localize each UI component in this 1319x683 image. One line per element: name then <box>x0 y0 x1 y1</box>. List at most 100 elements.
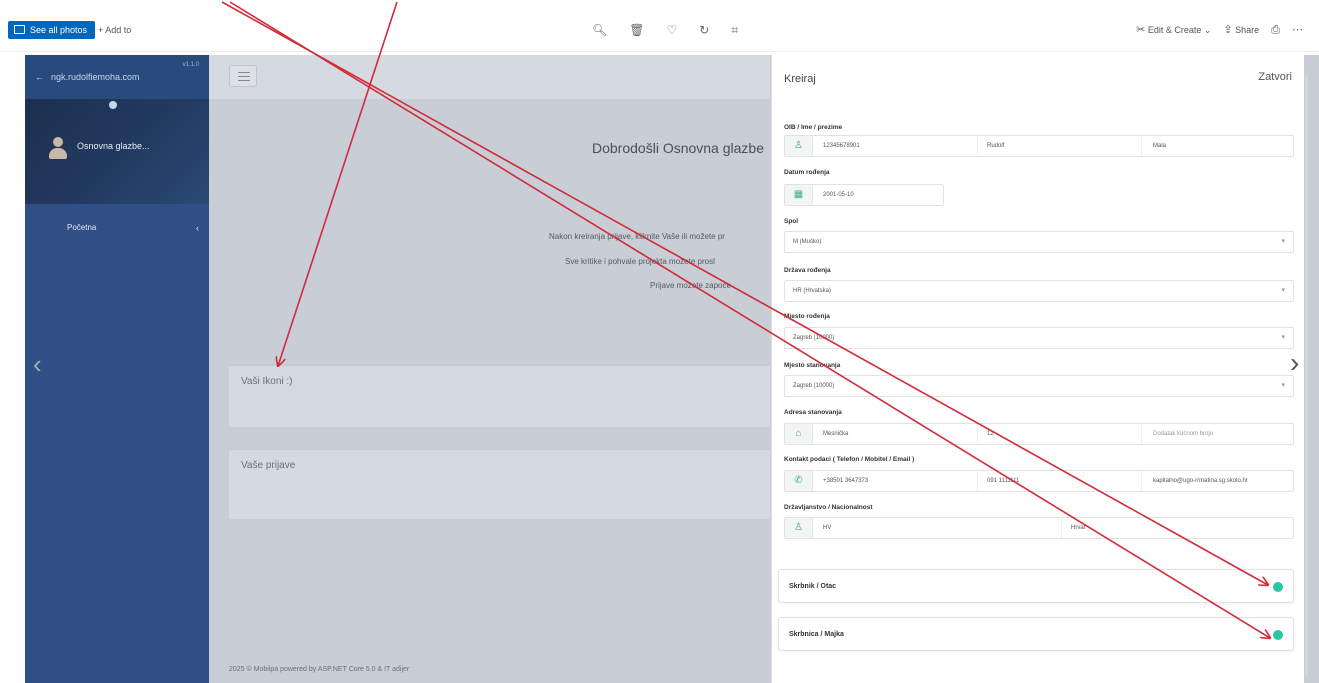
dob-input[interactable]: 2001-05-10 <box>823 185 854 205</box>
crop-icon[interactable]: ⌗ <box>731 21 738 39</box>
welcome-heading: Dobrodošli Osnovna glazbe <box>592 140 764 156</box>
menu-toggle-button[interactable] <box>229 65 257 87</box>
phone-input[interactable]: +38501 3647373 <box>823 471 868 491</box>
share-button[interactable]: ⇪ Share <box>1223 21 1259 39</box>
email-input[interactable]: kapitalno@ugo-rrmatina.sg.skolo.hr <box>1153 471 1248 491</box>
see-all-photos-button[interactable]: See all photos <box>8 21 96 39</box>
address-label: Adresa stanovanja <box>784 409 842 416</box>
info-line: Sve kritike i pohvale projekta možete pr… <box>565 257 715 266</box>
field-divider <box>1141 136 1142 156</box>
field-divider <box>1141 471 1142 491</box>
chevron-left-icon: ‹ <box>196 223 199 233</box>
dob-label: Datum rođenja <box>784 169 830 176</box>
chevron-down-icon: ▾ <box>1281 238 1285 245</box>
country-select[interactable]: HR (Hrvatska) ▾ <box>784 280 1294 302</box>
gender-value: M (Muško) <box>793 239 822 245</box>
gender-select[interactable]: M (Muško) ▾ <box>784 231 1294 253</box>
oib-input[interactable]: 12345678901 <box>823 136 860 156</box>
residence-select[interactable]: Zagreb (10000) ▾ <box>784 375 1294 397</box>
version-label: v1.1.0 <box>182 62 199 68</box>
mobile-input[interactable]: 091 1111111 <box>987 471 1019 491</box>
print-icon[interactable]: ⎙ <box>1271 21 1280 39</box>
birthplace-select[interactable]: Zagreb (10000) ▾ <box>784 327 1294 349</box>
field-divider <box>977 424 978 444</box>
panel-title: Kreiraj <box>784 73 816 85</box>
info-line: Nakon kreiranja prijave, kliknite Vaše i… <box>549 232 725 241</box>
avatar-body <box>49 148 67 159</box>
sidebar-item-label: Početna <box>67 223 97 232</box>
sidebar-brand[interactable]: ← ngk.rudolfiemoha.com v1.1.0 <box>25 55 209 99</box>
card-applications: Vaše prijave <box>229 449 770 519</box>
hamburger-line <box>238 72 250 73</box>
edit-create-icon: ✂ <box>1136 24 1146 36</box>
address-extra-input[interactable]: Dodatak kućnom broju <box>1153 424 1213 444</box>
residence-value: Zagreb (10000) <box>793 383 835 389</box>
user-icon: ♙ <box>785 518 813 538</box>
field-divider <box>1141 424 1142 444</box>
residence-label: Mjesto stanovanja <box>784 362 841 369</box>
photo-viewer-toolbar: See all photos + Add to 🔍︎ 🗑︎ ♡ ↻ ⌗ ✂ Ed… <box>0 0 1319 52</box>
guardian-father-section[interactable]: Skrbnik / Otac <box>778 569 1294 603</box>
expand-dot-icon[interactable] <box>1273 630 1283 640</box>
close-panel-button[interactable]: Zatvori <box>1258 71 1292 83</box>
edit-create-button[interactable]: ✂ Edit & Create ⌄ <box>1136 21 1211 39</box>
user-icon: ♙ <box>785 136 813 156</box>
favorite-icon[interactable]: ♡ <box>666 21 677 39</box>
card-title: Vaše prijave <box>241 460 296 471</box>
panel-scrollbar[interactable] <box>1305 75 1308 675</box>
sidebar-item-pocetna[interactable]: Početna ‹ <box>25 217 209 239</box>
address-row: ⌂ Mesnička 12 Dodatak kućnom broju <box>784 423 1294 445</box>
see-all-photos-label: See all photos <box>30 25 88 35</box>
dob-row: ▦ 2001-05-10 <box>784 184 944 206</box>
field-divider <box>977 136 978 156</box>
next-photo-icon[interactable]: › <box>1290 349 1299 377</box>
more-icon[interactable]: ⋯ <box>1292 21 1303 39</box>
delete-icon[interactable]: 🗑︎ <box>629 21 644 39</box>
citizenship-row: ♙ HV Hrvat <box>784 517 1294 539</box>
sidebar: ← ngk.rudolfiemoha.com v1.1.0 Osnovna gl… <box>25 55 209 683</box>
house-number-input[interactable]: 12 <box>987 424 994 444</box>
chevron-down-icon: ⌄ <box>1203 25 1212 35</box>
share-label: Share <box>1235 25 1260 35</box>
info-line: Prijave možete započe <box>650 281 731 290</box>
avatar <box>49 137 67 159</box>
expand-dot-icon[interactable] <box>1273 582 1283 592</box>
create-panel: Kreiraj Zatvori OIB / Ime / prezime ♙ 12… <box>771 55 1308 683</box>
street-input[interactable]: Mesnička <box>823 424 848 444</box>
citizenship-label: Državljanstvo / Nacionalnost <box>784 504 873 511</box>
country-value: HR (Hrvatska) <box>793 288 832 294</box>
citizenship-input[interactable]: HV <box>823 518 831 538</box>
nationality-input[interactable]: Hrvat <box>1071 518 1085 538</box>
guardian-mother-section[interactable]: Skrbnica / Majka <box>778 617 1294 651</box>
field-divider <box>977 471 978 491</box>
footer-text: 2025 © Mobilpa powered by ASP.NET Core 5… <box>229 666 410 673</box>
section-title: Skrbnik / Otac <box>789 583 837 590</box>
first-name-input[interactable]: Rudolf <box>987 136 1004 156</box>
phone-icon: ✆ <box>785 471 813 491</box>
chevron-down-icon: ▾ <box>1281 334 1285 341</box>
contact-row: ✆ +38501 3647373 091 1111111 kapitalno@u… <box>784 470 1294 492</box>
toolbar-right: ✂ Edit & Create ⌄ ⇪ Share ⎙ ⋯ <box>1136 21 1303 39</box>
oib-name-row: ♙ 12345678901 Rudolf Mala <box>784 135 1294 157</box>
share-icon: ⇪ <box>1223 24 1233 36</box>
oib-label: OIB / Ime / prezime <box>784 124 843 131</box>
toolbar-actions: 🔍︎ 🗑︎ ♡ ↻ ⌗ <box>592 21 738 39</box>
rotate-icon[interactable]: ↻ <box>699 21 709 39</box>
add-to-button[interactable]: + Add to <box>98 21 131 39</box>
chevron-down-icon: ▾ <box>1281 287 1285 294</box>
card-title: Vaši Ikoni :) <box>241 376 293 387</box>
back-arrow-icon: ← <box>35 72 44 82</box>
contact-label: Kontakt podaci ( Telefon / Mobitel / Ema… <box>784 456 915 463</box>
chevron-down-icon: ▾ <box>1281 382 1285 389</box>
hamburger-line <box>238 76 250 77</box>
last-name-input[interactable]: Mala <box>1153 136 1166 156</box>
card-icons: Vaši Ikoni :) <box>229 365 770 427</box>
zoom-icon[interactable]: 🔍︎ <box>592 21 607 39</box>
section-title: Skrbnica / Majka <box>789 631 844 638</box>
birthplace-label: Mjesto rođenja <box>784 313 830 320</box>
edit-create-label: Edit & Create <box>1147 25 1202 35</box>
photos-icon <box>14 25 25 34</box>
brand-label: ngk.rudolfiemoha.com <box>51 72 140 82</box>
previous-photo-icon[interactable]: ‹ <box>33 351 42 377</box>
user-name: Osnovna glazbe... <box>77 141 150 151</box>
